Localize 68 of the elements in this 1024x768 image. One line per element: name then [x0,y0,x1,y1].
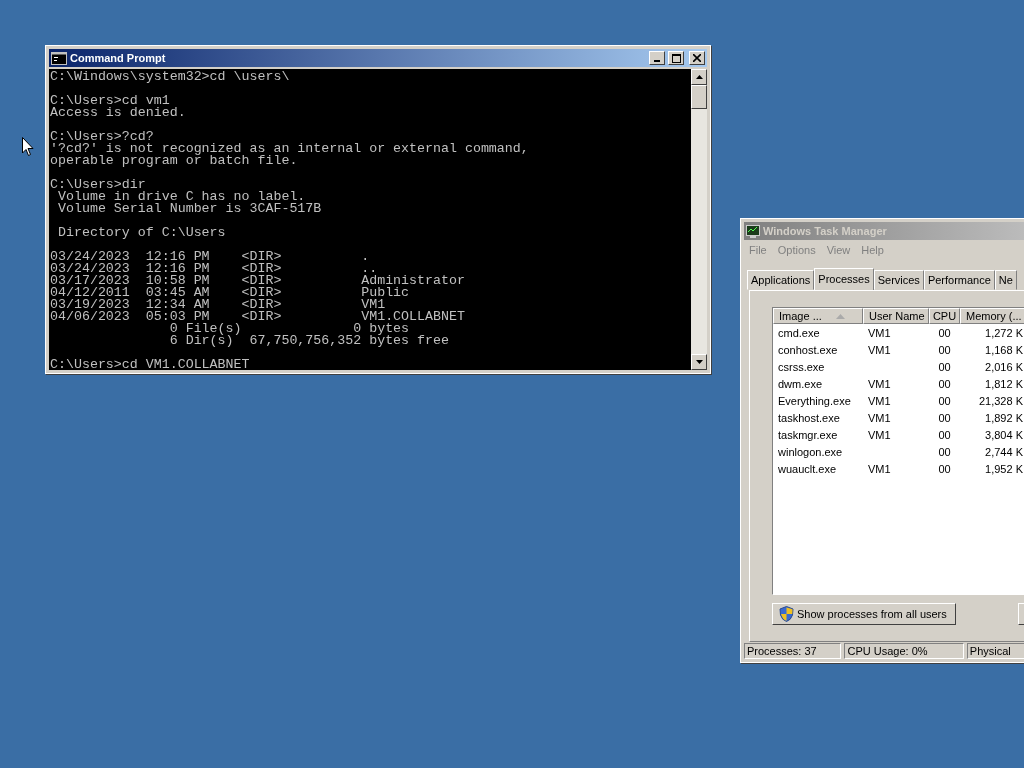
table-cell-text: 1,812 K [984,377,1024,390]
table-cell-text: 00 [937,394,952,407]
table-cell: VM1 [868,394,891,407]
console-line: Access is denied. [50,107,187,119]
status-bar-field: Physical [966,643,1024,659]
table-cell-text: 1,272 K [984,326,1024,339]
console-line: 04/06/2023 05:03 PM <DIR> VM1.COLLABNET [50,311,466,323]
console-line: 03/24/2023 12:16 PM <DIR> . [50,251,371,263]
column-header[interactable]: User Name [863,308,929,324]
table-cell: VM1 [868,428,891,441]
table-cell-text: 3,804 K [984,428,1024,441]
console-line: Directory of C:\Users [56,227,227,239]
console-line: 0 File(s) 0 bytes [168,323,411,335]
table-cell-text: 1,168 K [984,343,1024,356]
console-line: 03/17/2023 10:58 PM <DIR> Administrator [50,275,466,287]
console-line: 6 Dir(s) 67,750,756,352 bytes free [168,335,450,347]
console-line: operable program or batch file. [50,155,299,167]
console-line: C:\Windows\system32>cd \users\ [50,71,291,83]
table-cell-text: dwm.exe [777,377,824,390]
table-cell: VM1 [868,377,891,390]
table-cell-text: 2,744 K [984,445,1024,458]
table-cell-text: 1,892 K [984,411,1024,424]
tab[interactable]: Applications [747,270,815,290]
table-cell-text: taskhost.exe [777,411,841,424]
table-cell-text: 00 [937,445,952,458]
console-line: C:\Users>?cd? [50,131,155,143]
table-cell-text: csrss.exe [777,360,826,373]
table-cell-text: cmd.exe [777,326,821,339]
table-cell-text: conhost.exe [777,343,839,356]
column-header[interactable]: CPU [929,308,960,324]
table-cell-text: 00 [937,343,952,356]
table-cell-text: 1,952 K [984,462,1024,475]
console-line: Volume in drive C has no label. [56,191,306,203]
table-cell-text: 00 [937,411,952,424]
console-line: Volume Serial Number is 3CAF-517B [56,203,323,215]
tab[interactable]: Ne [994,270,1017,290]
console-line: C:\Users>cd vm1 [50,95,170,107]
table-cell-text: 2,016 K [984,360,1024,373]
window-title: Windows Task Manager [763,225,887,237]
table-cell-text: 00 [937,462,952,475]
table-cell-text: 00 [937,428,952,441]
column-header[interactable]: Memory (... [960,308,1024,324]
table-cell-text: 00 [937,360,952,373]
console-line: C:\Users>cd VM1.COLLABNET [50,359,251,370]
console-line: 03/24/2023 12:16 PM <DIR> .. [50,263,378,275]
console-line: 03/19/2023 12:34 AM <DIR> VM1 [50,299,386,311]
table-cell: VM1 [868,411,891,424]
table-cell-text: 00 [937,377,952,390]
show-all-processes-button[interactable]: Show processes from all users [772,603,956,625]
table-cell-text: winlogon.exe [777,445,844,458]
table-cell-text: 00 [937,326,952,339]
console-line: C:\Users>dir [50,179,146,191]
console-line: '?cd?' is not recognized as an internal or external command, [50,143,530,155]
table-cell-text: 21,328 K [977,394,1024,407]
status-bar-field: CPU Usage: 0% [844,643,964,659]
tab[interactable]: Services [873,270,924,290]
tab[interactable]: Processes [814,268,874,290]
table-cell: VM1 [868,343,891,356]
table-cell-text: taskmgr.exe [777,428,839,441]
table-cell-text: Everything.exe [777,394,852,407]
window-title: Command Prompt [70,52,166,64]
table-cell: VM1 [868,462,891,475]
table-cell-text: wuauclt.exe [777,462,838,475]
table-cell: VM1 [868,326,891,339]
column-header[interactable]: Image ... [773,308,863,324]
status-bar-field: Processes: 37 [744,643,842,659]
tab[interactable]: Performance [923,270,995,290]
console-line: 04/12/2011 03:45 AM <DIR> Public [50,287,411,299]
